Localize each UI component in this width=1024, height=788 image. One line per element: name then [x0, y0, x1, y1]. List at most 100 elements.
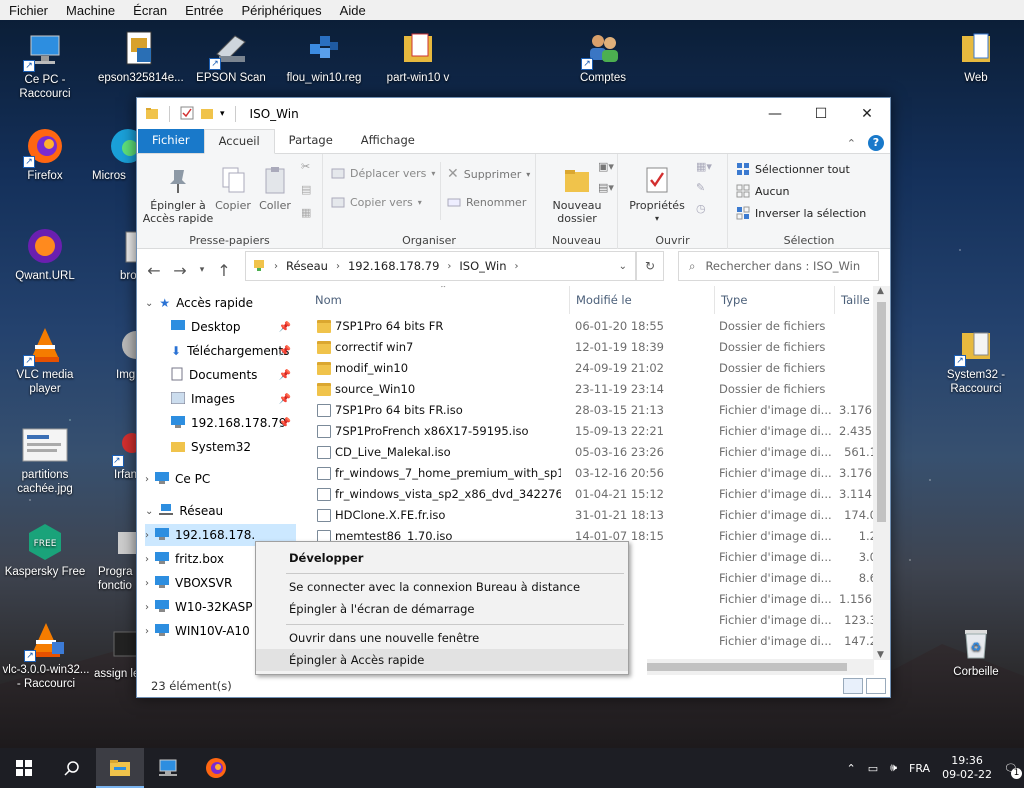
move-to-button[interactable]: Déplacer vers ▾	[331, 166, 435, 180]
maximize-button[interactable]: ☐	[798, 98, 844, 130]
recent-chevron-icon[interactable]: ▾	[197, 265, 207, 275]
column-name[interactable]: Nom	[315, 293, 342, 307]
table-row[interactable]: 7SP1ProFrench x86X17-59195.iso 15-09-13 2…	[297, 421, 877, 442]
delete-button[interactable]: ✕ Supprimer ▾	[447, 166, 530, 182]
search-taskbar-button[interactable]	[48, 748, 96, 788]
help-icon[interactable]: ?	[868, 135, 884, 151]
chevron-down-icon[interactable]: ⌄	[619, 261, 627, 272]
breadcrumb-iso-win[interactable]: ISO_Win	[459, 259, 506, 273]
open-icon[interactable]: ▦▾	[696, 160, 712, 173]
close-button[interactable]: ✕	[844, 98, 890, 130]
horizontal-scroll-thumb[interactable]	[647, 663, 847, 671]
column-modified[interactable]: Modifié le	[576, 293, 632, 307]
nav-desktop[interactable]: Desktop 📌	[171, 316, 295, 338]
invert-selection-button[interactable]: Inverser la sélection	[736, 206, 866, 220]
edit-icon[interactable]: ✎	[696, 181, 712, 194]
table-row[interactable]: 7SP1Pro 64 bits FR 06-01-20 18:55 Dossier …	[297, 316, 877, 337]
keyboard-language[interactable]: FRA	[909, 762, 930, 775]
select-all-button[interactable]: Sélectionner tout	[736, 162, 850, 176]
pin-quick-access-button[interactable]: Épingler à Accès rapide	[141, 164, 215, 225]
copy-button[interactable]: Copier	[215, 164, 251, 212]
chevron-up-icon[interactable]: ⌃	[847, 137, 856, 150]
copy-path-icon[interactable]: ▤	[301, 183, 311, 196]
up-arrow-icon[interactable]: ↑	[215, 261, 233, 280]
vertical-scroll-thumb[interactable]	[877, 302, 886, 522]
desktop-icon-firefox[interactable]: ↗ Firefox	[4, 126, 86, 183]
chevron-down-icon[interactable]: ▾	[220, 109, 225, 119]
properties-quick-icon[interactable]	[180, 106, 194, 123]
table-row[interactable]: CD_Live_Malekal.iso 05-03-16 23:26 Fichier…	[297, 442, 877, 463]
desktop-icon-partitions[interactable]: partitions cachée.jpg	[4, 425, 86, 496]
address-bar[interactable]: › Réseau › 192.168.178.79 › ISO_Win › ⌄	[245, 251, 636, 281]
desktop-icon-ce-pc[interactable]: ↗ Ce PC - Raccourci	[4, 30, 86, 101]
desktop-icon-qwant[interactable]: Qwant.URL	[4, 226, 86, 283]
desktop-icon-corbeille[interactable]: ♻ Corbeille	[935, 622, 1017, 679]
menu-item-pin-start[interactable]: Épingler à l'écran de démarrage	[256, 598, 628, 620]
menu-peripheriques[interactable]: Périphériques	[232, 3, 330, 18]
taskbar-explorer[interactable]	[96, 748, 144, 788]
desktop-icon-epson-scan[interactable]: ↗ EPSON Scan	[190, 28, 272, 85]
new-item-icon[interactable]: ▣▾	[598, 160, 614, 173]
scroll-down-icon[interactable]: ▼	[877, 650, 884, 660]
chevron-up-icon[interactable]: ⌃	[846, 762, 855, 775]
rename-button[interactable]: Renommer	[447, 195, 526, 209]
desktop-icon-assign[interactable]: assign le	[94, 624, 142, 681]
desktop-icon-flou-reg[interactable]: flou_win10.reg	[283, 28, 365, 85]
table-row[interactable]: 7SP1Pro 64 bits FR.iso 28-03-15 21:13 Fich…	[297, 400, 877, 421]
paste-button[interactable]: Coller	[255, 164, 295, 212]
desktop-icon-web[interactable]: Web	[935, 28, 1017, 85]
nav-ip-pinned[interactable]: 192.168.178.79 📌	[171, 412, 295, 434]
menu-entree[interactable]: Entrée	[176, 3, 232, 18]
clock[interactable]: 19:36 09-02-22	[942, 754, 992, 782]
nav-network[interactable]: ⌄ Réseau	[145, 500, 295, 522]
forward-arrow-icon[interactable]: →	[171, 261, 189, 280]
back-arrow-icon[interactable]: ←	[145, 261, 163, 280]
details-view-button[interactable]	[843, 678, 863, 694]
taskbar-firefox[interactable]	[192, 748, 240, 788]
table-row[interactable]: fr_windows_vista_sp2_x86_dvd_342276.iso 0…	[297, 484, 877, 505]
taskbar-network[interactable]	[144, 748, 192, 788]
menu-item-open-new-window[interactable]: Ouvrir dans une nouvelle fenêtre	[256, 627, 628, 649]
column-type[interactable]: Type	[721, 293, 747, 307]
nav-ce-pc[interactable]: › Ce PC	[145, 468, 295, 490]
volume-icon[interactable]: 🕪	[890, 761, 897, 775]
tiles-view-button[interactable]	[866, 678, 886, 694]
table-row[interactable]: modif_win10 24-09-19 21:02 Dossier de fich…	[297, 358, 877, 379]
column-size[interactable]: Taille	[841, 293, 870, 307]
desktop-icon-system32[interactable]: ↗ System32 - Raccourci	[935, 325, 1017, 396]
window-titlebar[interactable]: ▾ ISO_Win — ☐ ✕	[137, 98, 890, 130]
menu-item-pin-quick-access[interactable]: Épingler à Accès rapide	[256, 649, 628, 671]
tab-affichage[interactable]: Affichage	[347, 129, 429, 153]
desktop-icon-kaspersky[interactable]: FREE Kaspersky Free	[4, 522, 86, 579]
tab-partage[interactable]: Partage	[275, 129, 347, 153]
table-row[interactable]: source_Win10 23-11-19 23:14 Dossier de fic…	[297, 379, 877, 400]
refresh-button[interactable]: ↻	[636, 251, 664, 281]
breadcrumb-reseau[interactable]: Réseau	[286, 259, 328, 273]
table-row[interactable]: HDClone.X.FE.fr.iso 31-01-21 18:13 Fichier…	[297, 505, 877, 526]
properties-button[interactable]: Propriétés ▾	[622, 164, 692, 225]
new-folder-quick-icon[interactable]	[200, 106, 214, 123]
desktop-icon-comptes[interactable]: ↗ Comptes	[562, 28, 644, 85]
paste-shortcut-icon[interactable]: ▦	[301, 206, 311, 219]
menu-fichier[interactable]: Fichier	[0, 3, 57, 18]
desktop-icon-epson-file[interactable]: epson325814e...	[98, 28, 184, 85]
menu-aide[interactable]: Aide	[331, 3, 375, 18]
search-input[interactable]: ⌕ Rechercher dans : ISO_Win	[678, 251, 879, 281]
menu-ecran[interactable]: Écran	[124, 3, 176, 18]
table-row[interactable]: fr_windows_7_home_premium_with_sp1_... 03…	[297, 463, 877, 484]
menu-item-rdp[interactable]: Se connecter avec la connexion Bureau à …	[256, 576, 628, 598]
copy-to-button[interactable]: Copier vers ▾	[331, 195, 422, 209]
desktop-icon-part-win10[interactable]: part-win10 v	[377, 28, 459, 85]
tab-accueil[interactable]: Accueil	[203, 129, 275, 154]
select-none-button[interactable]: Aucun	[736, 184, 790, 198]
nav-quick-access[interactable]: ⌄ ★ Accès rapide	[145, 292, 295, 314]
horizontal-scrollbar[interactable]	[647, 659, 874, 675]
desktop-icon-vlc[interactable]: ↗ VLC media player	[4, 325, 86, 396]
notification-icon[interactable]: 🗨 1	[1004, 762, 1022, 779]
desktop-icon-vlc-installer[interactable]: ↗ vlc-3.0.0-win32... - Raccourci	[0, 620, 92, 691]
vertical-scrollbar[interactable]: ▲ ▼	[873, 286, 890, 660]
nav-images[interactable]: Images 📌	[170, 388, 295, 410]
network-status-icon[interactable]: ▭	[868, 762, 878, 775]
desktop-icon-edge[interactable]: Micros	[92, 126, 145, 183]
scroll-up-icon[interactable]: ▲	[877, 286, 884, 296]
